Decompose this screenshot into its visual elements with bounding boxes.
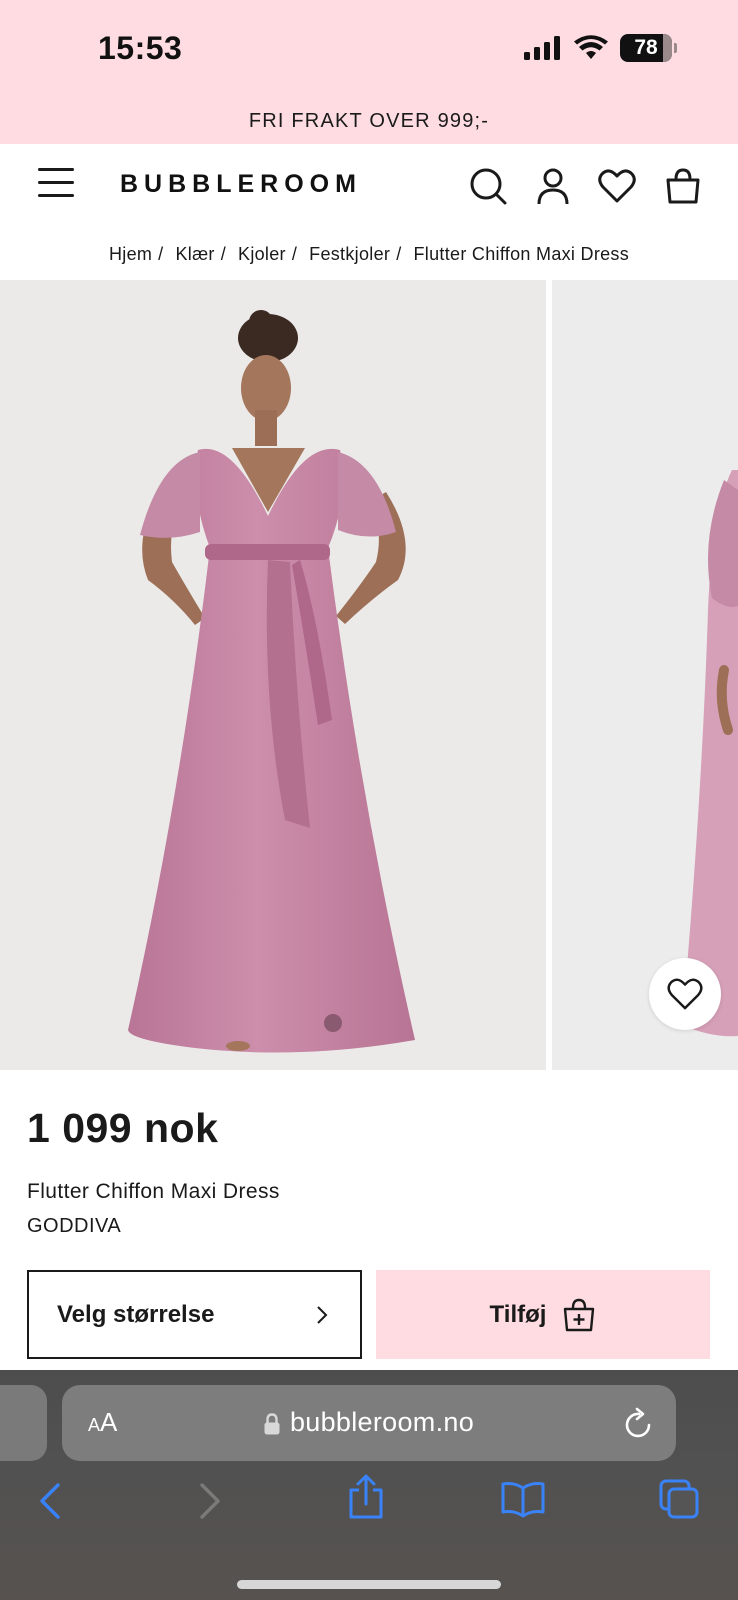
browser-toolbar: AA bubbleroom.no bbox=[0, 1370, 738, 1600]
add-to-wishlist-button[interactable] bbox=[649, 958, 721, 1030]
product-price: 1 099 nok bbox=[27, 1105, 219, 1151]
promo-banner[interactable]: FRI FRAKT OVER 999;- bbox=[0, 98, 738, 144]
wifi-icon bbox=[574, 35, 608, 59]
home-indicator bbox=[237, 1580, 501, 1589]
site-logo[interactable]: BUBBLEROOM bbox=[120, 170, 362, 199]
select-size-label: Velg størrelse bbox=[57, 1300, 215, 1328]
breadcrumb-item-clothes[interactable]: Klær bbox=[175, 244, 214, 265]
breadcrumb-item-party-dresses[interactable]: Festkjoler bbox=[309, 244, 390, 265]
breadcrumb-separator: / bbox=[291, 243, 298, 264]
add-to-bag-label: Tilføj bbox=[489, 1300, 547, 1328]
breadcrumb-separator: / bbox=[220, 243, 227, 264]
site-header: BUBBLEROOM bbox=[0, 144, 738, 228]
previous-tab-peek[interactable] bbox=[0, 1385, 47, 1461]
battery-level: 78 bbox=[634, 36, 658, 59]
back-icon[interactable] bbox=[36, 1482, 64, 1520]
bag-icon[interactable] bbox=[663, 166, 703, 206]
heart-icon bbox=[667, 978, 703, 1010]
url-text: bubbleroom.no bbox=[289, 1407, 475, 1437]
product-gallery[interactable] bbox=[0, 280, 738, 1070]
breadcrumb-separator: / bbox=[396, 243, 402, 264]
status-bar: 15:53 78 bbox=[0, 0, 738, 98]
bag-add-icon bbox=[564, 1298, 595, 1331]
breadcrumb-separator: / bbox=[158, 243, 164, 264]
status-icons: 78 bbox=[524, 34, 677, 62]
product-image-main[interactable] bbox=[0, 280, 546, 1070]
product-image-next[interactable] bbox=[552, 280, 738, 1070]
select-size-button[interactable]: Velg størrelse bbox=[27, 1270, 362, 1359]
chevron-right-icon bbox=[317, 1305, 328, 1324]
breadcrumb-item-home[interactable]: Hjem bbox=[109, 244, 152, 265]
menu-icon[interactable] bbox=[38, 168, 74, 198]
add-to-bag-button[interactable]: Tilføj bbox=[376, 1270, 710, 1359]
address-bar[interactable]: AA bubbleroom.no bbox=[62, 1385, 676, 1461]
tabs-icon[interactable] bbox=[658, 1478, 700, 1520]
share-icon[interactable] bbox=[346, 1474, 386, 1520]
search-icon[interactable] bbox=[468, 166, 508, 206]
wishlist-icon[interactable] bbox=[597, 166, 637, 206]
breadcrumb-item-current: Flutter Chiffon Maxi Dress bbox=[413, 243, 630, 264]
forward-icon[interactable] bbox=[196, 1482, 224, 1520]
battery-icon: 78 bbox=[620, 34, 677, 62]
cellular-signal-icon bbox=[524, 36, 560, 60]
breadcrumb: Hjem / Klær / Kjoler / Festkjoler / Flutter … bbox=[0, 228, 738, 280]
breadcrumb-item-dresses[interactable]: Kjoler bbox=[238, 244, 286, 265]
lock-icon bbox=[264, 1413, 280, 1435]
account-icon[interactable] bbox=[533, 166, 573, 206]
product-brand[interactable]: GODDIVA bbox=[27, 1215, 121, 1238]
status-time: 15:53 bbox=[98, 30, 183, 66]
bookmarks-icon[interactable] bbox=[500, 1480, 546, 1518]
product-name: Flutter Chiffon Maxi Dress bbox=[27, 1180, 280, 1203]
reload-icon[interactable] bbox=[624, 1407, 654, 1439]
